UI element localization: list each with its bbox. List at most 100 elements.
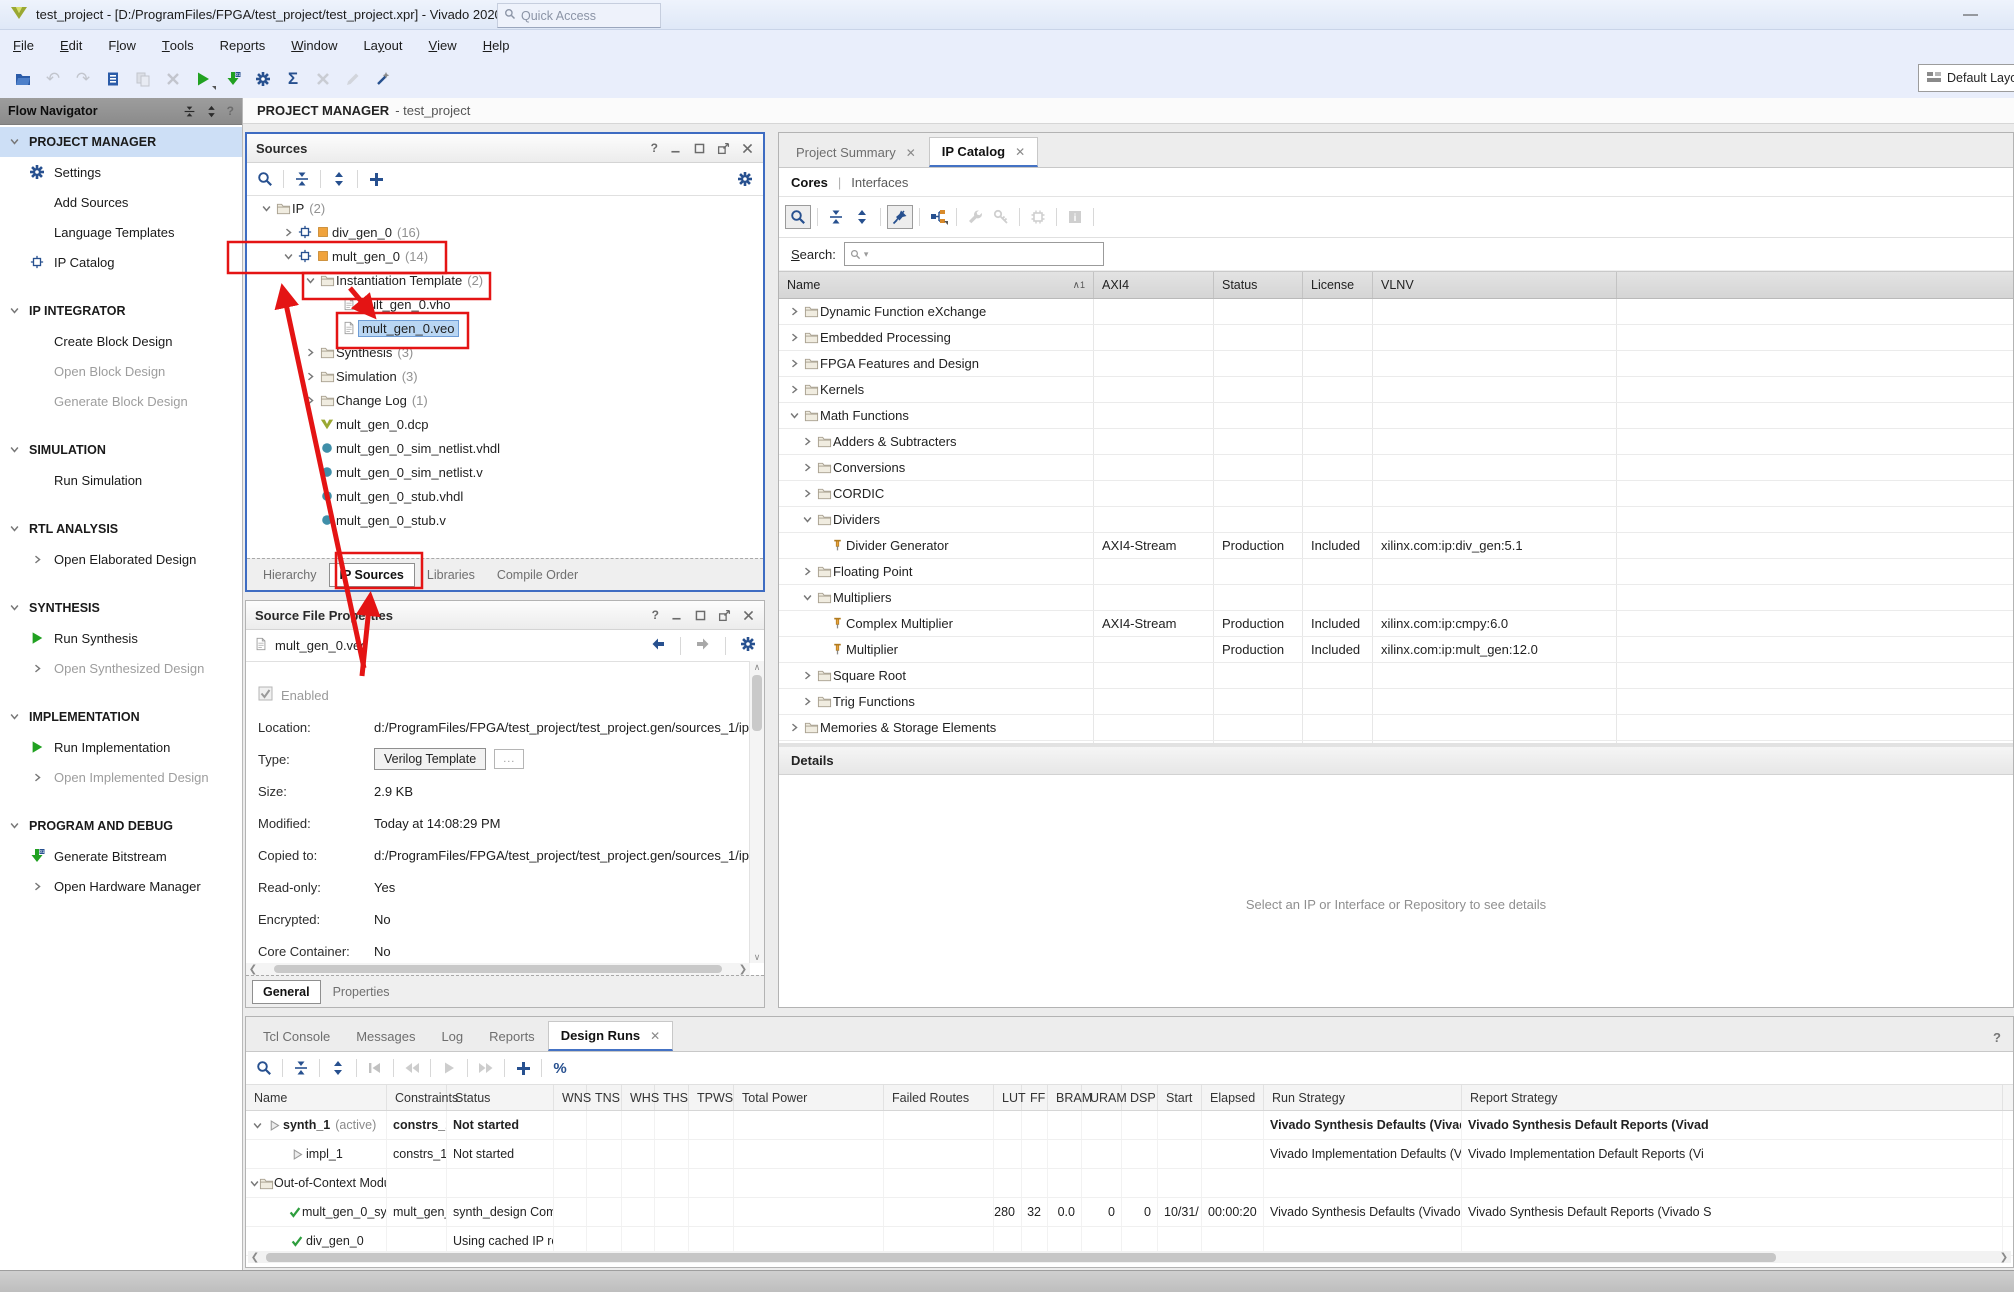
design-run-row[interactable]: impl_1constrs_1Not startedVivado Impleme… <box>246 1140 2013 1169</box>
add-icon[interactable] <box>511 1057 535 1079</box>
expand-icon[interactable] <box>205 104 218 118</box>
search-icon[interactable] <box>252 1057 276 1079</box>
runs-column-constraints[interactable]: Constraints <box>387 1085 447 1110</box>
save-document-icon[interactable] <box>98 65 128 93</box>
add-icon[interactable] <box>364 168 388 190</box>
ip-catalog-row[interactable]: Memories & Storage Elements <box>779 715 2013 741</box>
menu-reports[interactable]: Reports <box>207 30 279 60</box>
filter-pin-icon[interactable] <box>887 205 913 229</box>
menu-tools[interactable]: Tools <box>149 30 207 60</box>
collapse-icon[interactable] <box>183 104 196 118</box>
chevron-right-icon[interactable] <box>787 333 802 342</box>
chevron-down-icon[interactable] <box>787 411 802 420</box>
tab-messages[interactable]: Messages <box>343 1022 428 1051</box>
source-tree-item[interactable]: mult_gen_0.veo <box>247 316 763 340</box>
properties-horizontal-scrollbar[interactable]: ❮❯ <box>246 963 750 975</box>
chevron-right-icon[interactable] <box>281 228 296 237</box>
flownav-section-rtl-analysis[interactable]: RTL ANALYSIS <box>0 514 242 544</box>
runs-column-run-strategy[interactable]: Run Strategy <box>1264 1085 1462 1110</box>
chevron-down-icon[interactable] <box>800 515 815 524</box>
runs-column-elapsed[interactable]: Elapsed <box>1202 1085 1264 1110</box>
help-icon[interactable]: ? <box>652 608 659 622</box>
runs-column-whs[interactable]: WHS <box>622 1085 655 1110</box>
chevron-right-icon[interactable] <box>303 372 318 381</box>
source-tree-item[interactable]: mult_gen_0.dcp <box>247 412 763 436</box>
close-icon[interactable] <box>741 142 754 155</box>
maximize-icon[interactable] <box>694 609 707 622</box>
source-tree-item[interactable]: mult_gen_0_stub.v <box>247 508 763 532</box>
ip-catalog-row[interactable]: Kernels <box>779 377 2013 403</box>
chevron-down-icon[interactable] <box>800 593 815 602</box>
close-icon[interactable] <box>742 609 755 622</box>
run-icon[interactable] <box>188 65 218 93</box>
flownav-item-generate-bitstream[interactable]: 01Generate Bitstream <box>0 841 242 871</box>
chevron-down-icon[interactable] <box>281 252 296 261</box>
more-button[interactable]: ... <box>494 749 524 769</box>
chevron-right-icon[interactable] <box>800 463 815 472</box>
sources-header[interactable]: Sources ? <box>247 134 763 163</box>
collapse-all-icon[interactable] <box>289 1057 313 1079</box>
ip-hierarchy-icon[interactable] <box>926 206 950 228</box>
sum-icon[interactable]: Σ <box>278 65 308 93</box>
tab-design-runs[interactable]: Design Runs✕ <box>548 1021 674 1051</box>
source-tree-item[interactable]: IP(2) <box>247 196 763 220</box>
chevron-right-icon[interactable] <box>787 359 802 368</box>
runs-column-status[interactable]: Status <box>447 1085 554 1110</box>
chevron-down-icon[interactable] <box>250 1179 259 1188</box>
close-icon[interactable]: ✕ <box>1015 145 1025 159</box>
tab-properties[interactable]: Properties <box>323 981 400 1003</box>
minimize-icon[interactable] <box>670 609 683 622</box>
quick-access-input[interactable]: Quick Access <box>497 3 661 28</box>
column-header-axi4[interactable]: AXI4 <box>1094 272 1214 298</box>
tab-log[interactable]: Log <box>428 1022 476 1051</box>
expand-all-icon[interactable] <box>327 168 351 190</box>
runs-column-dsp[interactable]: DSP <box>1122 1085 1158 1110</box>
cleanup-icon[interactable] <box>368 65 398 93</box>
ip-catalog-row[interactable]: MultiplierProductionIncludedxilinx.com:i… <box>779 637 2013 663</box>
tab-reports[interactable]: Reports <box>476 1022 548 1051</box>
doc-tab-project-summary[interactable]: Project Summary✕ <box>783 138 929 167</box>
ip-catalog-row[interactable]: Multipliers <box>779 585 2013 611</box>
flownav-section-implementation[interactable]: IMPLEMENTATION <box>0 702 242 732</box>
ip-catalog-row[interactable]: Divider GeneratorAXI4-StreamProductionIn… <box>779 533 2013 559</box>
runs-column-report-strategy[interactable]: Report Strategy <box>1462 1085 2003 1110</box>
help-icon[interactable]: ? <box>227 104 234 118</box>
menu-edit[interactable]: Edit <box>47 30 95 60</box>
ip-catalog-row[interactable]: Dividers <box>779 507 2013 533</box>
design-run-row[interactable]: mult_gen_0_synth_1mult_gen_0synth_design… <box>246 1198 2013 1227</box>
column-header-status[interactable]: Status <box>1214 272 1303 298</box>
float-icon[interactable] <box>717 142 730 155</box>
chevron-right-icon[interactable] <box>787 385 802 394</box>
runs-column-ff[interactable]: FF <box>1022 1085 1048 1110</box>
help-icon[interactable]: ? <box>651 141 658 155</box>
chevron-right-icon[interactable] <box>800 437 815 446</box>
source-tree-item[interactable]: Instantiation Template(2) <box>247 268 763 292</box>
runs-column-name[interactable]: Name <box>246 1085 387 1110</box>
ip-search-input[interactable]: ▾ <box>844 242 1104 266</box>
ip-catalog-row[interactable]: Embedded Processing <box>779 325 2013 351</box>
collapse-all-icon[interactable] <box>290 168 314 190</box>
chevron-down-icon[interactable] <box>250 1121 265 1130</box>
tab-compile-order[interactable]: Compile Order <box>487 564 588 586</box>
flownav-item-open-hardware-manager[interactable]: Open Hardware Manager <box>0 871 242 901</box>
flownav-item-run-synthesis[interactable]: Run Synthesis <box>0 623 242 653</box>
generate-bitstream-icon[interactable]: 01 <box>218 65 248 93</box>
column-header-vlnv[interactable]: VLNV <box>1373 272 1617 298</box>
subtab-cores[interactable]: Cores <box>791 175 828 190</box>
flownav-item-add-sources[interactable]: Add Sources <box>0 187 242 217</box>
source-tree-item[interactable]: mult_gen_0_sim_netlist.v <box>247 460 763 484</box>
chevron-down-icon[interactable] <box>303 276 318 285</box>
source-tree-item[interactable]: Change Log(1) <box>247 388 763 412</box>
flownav-item-run-implementation[interactable]: Run Implementation <box>0 732 242 762</box>
runs-column-tns[interactable]: TNS <box>587 1085 622 1110</box>
runs-column-bram[interactable]: BRAM <box>1048 1085 1082 1110</box>
chevron-right-icon[interactable] <box>303 396 318 405</box>
subtab-interfaces[interactable]: Interfaces <box>851 175 908 190</box>
tab-hierarchy[interactable]: Hierarchy <box>253 564 327 586</box>
close-icon[interactable]: ✕ <box>906 146 916 160</box>
design-run-row[interactable]: Out-of-Context Module Runs <box>246 1169 2013 1198</box>
ip-catalog-row[interactable]: Math Functions <box>779 403 2013 429</box>
flownav-section-ip-integrator[interactable]: IP INTEGRATOR <box>0 296 242 326</box>
menu-flow[interactable]: Flow <box>95 30 148 60</box>
expand-all-icon[interactable] <box>326 1057 350 1079</box>
